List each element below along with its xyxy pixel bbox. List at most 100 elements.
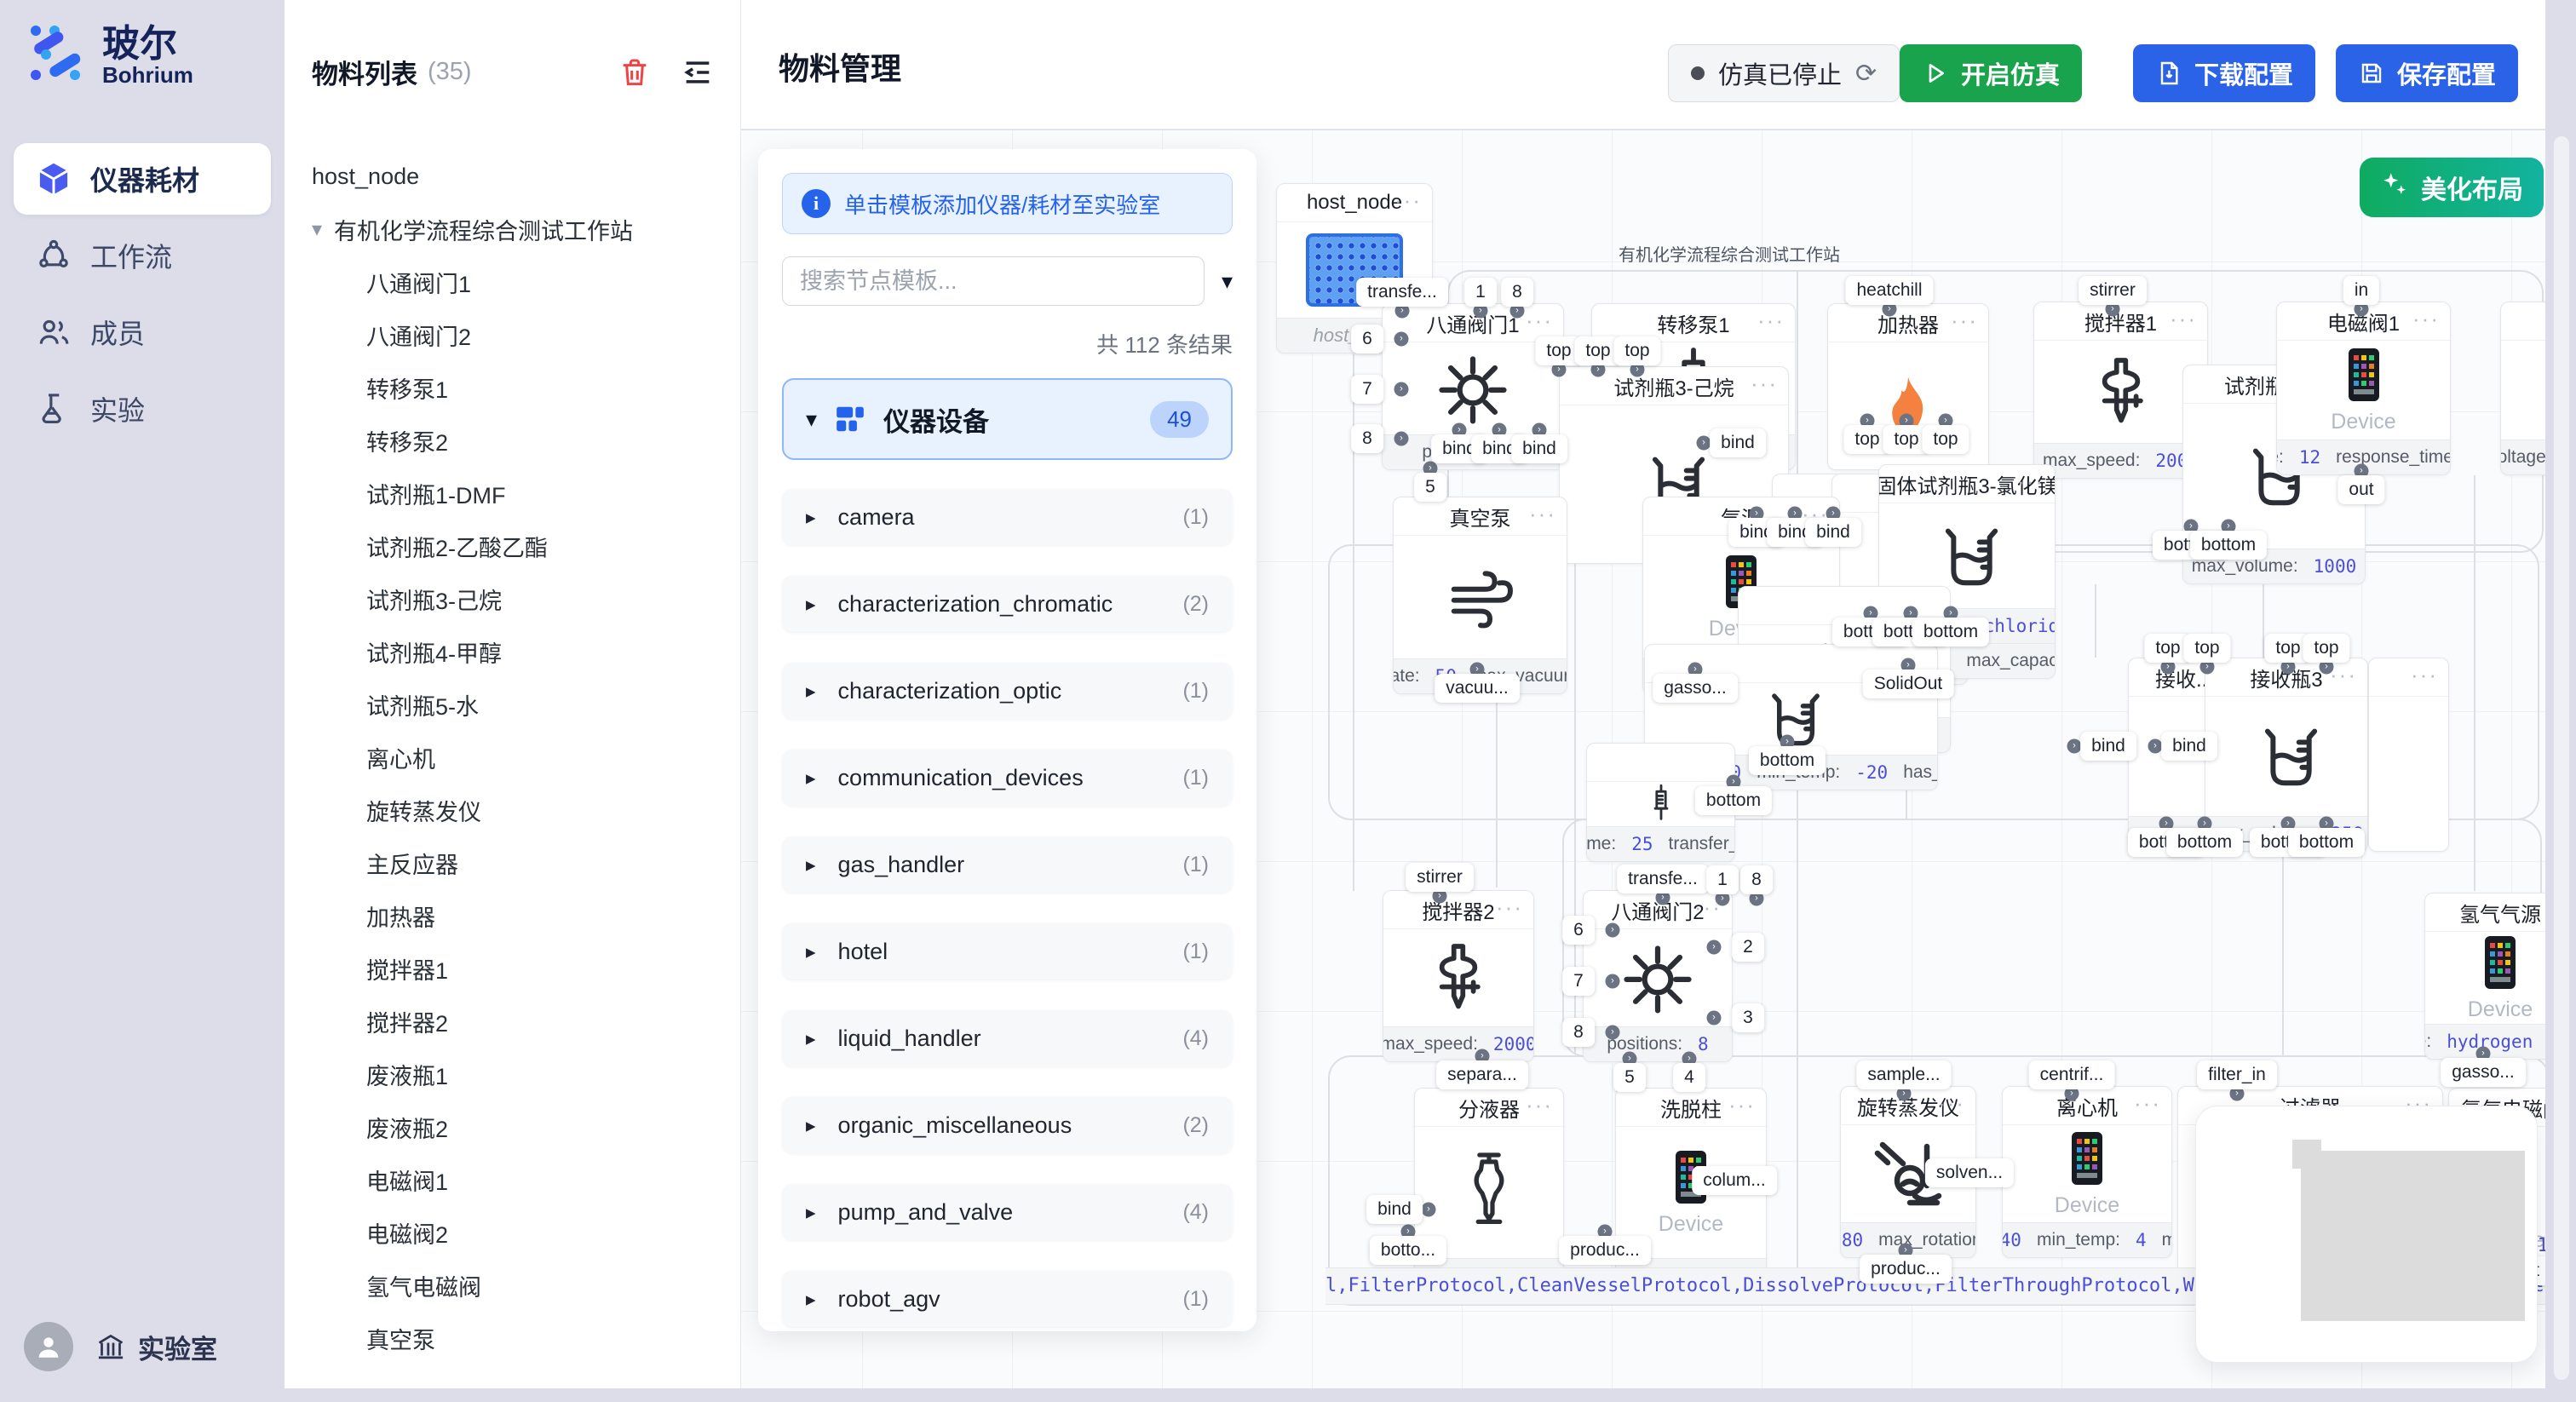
refresh-icon[interactable]: ⟳ bbox=[1855, 59, 1877, 89]
port-pill-bottom[interactable]: bottom bbox=[1749, 746, 1826, 775]
port-pill-gasso...[interactable]: gasso... bbox=[2441, 1058, 2526, 1087]
tree-item[interactable]: 试剂瓶5-水 bbox=[285, 678, 740, 731]
node-menu-icon[interactable]: ··· bbox=[2330, 662, 2357, 688]
simulation-status-pill[interactable]: 仿真已停止 ⟳ bbox=[1668, 44, 1900, 102]
download-config-button[interactable]: 下载配置 bbox=[2133, 44, 2315, 102]
port-pill-top[interactable]: top bbox=[1922, 425, 1969, 454]
tree-item[interactable]: 搅拌器1 bbox=[285, 942, 740, 995]
port-pill-bottom[interactable]: bottom bbox=[2166, 828, 2243, 857]
port-pill-top[interactable]: top bbox=[2303, 634, 2349, 663]
template-category-pump_and_valve[interactable]: ▸pump_and_valve(4) bbox=[782, 1184, 1233, 1240]
port-pill-botto...[interactable]: botto... bbox=[1370, 1236, 1446, 1265]
port-pill-sample...[interactable]: sample... bbox=[1856, 1060, 1951, 1089]
tree-item[interactable]: 离心机 bbox=[285, 731, 740, 784]
chevron-down-icon[interactable]: ▾ bbox=[312, 217, 322, 242]
tree-item[interactable]: 试剂瓶1-DMF bbox=[285, 467, 740, 520]
tree-item[interactable]: 转移泵1 bbox=[285, 361, 740, 414]
tree-item[interactable]: 试剂瓶2-乙酸乙酯 bbox=[285, 520, 740, 572]
beautify-layout-button[interactable]: 美化布局 bbox=[2360, 158, 2544, 217]
port-pill-5[interactable]: 5 bbox=[1414, 473, 1446, 502]
port-pill-4[interactable]: 4 bbox=[1673, 1063, 1705, 1092]
node-menu-icon[interactable]: ··· bbox=[2411, 662, 2438, 688]
port-pill-bind[interactable]: bind bbox=[1511, 434, 1567, 463]
template-category-hotel[interactable]: ▸hotel(1) bbox=[782, 923, 1233, 980]
port-pill-solven...[interactable]: solven... bbox=[1925, 1158, 2014, 1187]
sidebar-item-workflow[interactable]: 工作流 bbox=[14, 223, 271, 288]
port-pill-bind[interactable]: bind bbox=[1805, 518, 1861, 547]
port-pill-produc...[interactable]: produc... bbox=[1559, 1236, 1651, 1265]
port-pill-SolidOut[interactable]: SolidOut bbox=[1863, 669, 1954, 698]
node-menu-icon[interactable]: ··· bbox=[1526, 307, 1553, 334]
tree-item[interactable]: 转移泵2 bbox=[285, 414, 740, 467]
tree-item[interactable]: 八通阀门1 bbox=[285, 256, 740, 308]
node-menu-icon[interactable]: ··· bbox=[1951, 307, 1978, 334]
port-pill-8[interactable]: 8 bbox=[1740, 865, 1773, 894]
port-pill-8[interactable]: 8 bbox=[1562, 1018, 1595, 1047]
port-pill-top[interactable]: top bbox=[1613, 336, 1660, 365]
port-pill-1[interactable]: 1 bbox=[1464, 278, 1497, 307]
tree-item[interactable]: 废液瓶1 bbox=[285, 1048, 740, 1100]
port-pill-stirrer[interactable]: stirrer bbox=[1406, 863, 1474, 892]
port-pill-bind[interactable]: bind bbox=[2161, 732, 2217, 761]
template-category-communication_devices[interactable]: ▸communication_devices(1) bbox=[782, 750, 1233, 806]
tree-item[interactable]: 加热器 bbox=[285, 889, 740, 942]
port-pill-stirrer[interactable]: stirrer bbox=[2079, 276, 2147, 305]
port-pill-8[interactable]: 8 bbox=[1501, 278, 1533, 307]
port-pill-transfe...[interactable]: transfe... bbox=[1617, 865, 1709, 893]
template-category-robot_agv[interactable]: ▸robot_agv(1) bbox=[782, 1271, 1233, 1327]
canvas-node[interactable]: voltage:12 bbox=[2500, 302, 2545, 475]
save-config-button[interactable]: 保存配置 bbox=[2336, 44, 2518, 102]
port-pill-bottom[interactable]: bottom bbox=[2288, 828, 2365, 857]
node-menu-icon[interactable]: ··· bbox=[1757, 307, 1785, 334]
port-pill-in[interactable]: in bbox=[2343, 276, 2379, 305]
port-pill-colum...[interactable]: colum... bbox=[1692, 1166, 1777, 1195]
port-pill-bind[interactable]: bind bbox=[1710, 428, 1766, 457]
tree-item[interactable]: 八通阀门2 bbox=[285, 308, 740, 361]
node-menu-icon[interactable]: ··· bbox=[1529, 501, 1556, 527]
template-category-characterization_chromatic[interactable]: ▸characterization_chromatic(2) bbox=[782, 576, 1233, 632]
port-pill-heatchill[interactable]: heatchill bbox=[1845, 276, 1933, 305]
node-menu-icon[interactable]: ··· bbox=[1938, 1090, 1965, 1117]
canvas-node[interactable]: 电磁阀1···Devicevoltage:12response_time:0.1 bbox=[2276, 302, 2451, 475]
delete-trash-icon[interactable] bbox=[618, 55, 652, 89]
node-menu-icon[interactable]: ··· bbox=[1728, 1092, 1756, 1118]
port-pill-gasso...[interactable]: gasso... bbox=[1653, 674, 1738, 703]
node-menu-icon[interactable]: ··· bbox=[2134, 1090, 2161, 1117]
port-pill-vacuu...[interactable]: vacuu... bbox=[1435, 674, 1520, 703]
tree-item[interactable]: 电磁阀1 bbox=[285, 1153, 740, 1206]
node-menu-icon[interactable]: ··· bbox=[1394, 187, 1422, 214]
tree-item[interactable]: host_node bbox=[285, 150, 740, 203]
sidebar-item-experiments[interactable]: 实验 bbox=[14, 376, 271, 441]
node-menu-icon[interactable]: ··· bbox=[2170, 306, 2197, 332]
port-pill-1[interactable]: 1 bbox=[1706, 865, 1739, 894]
tree-item[interactable]: 搅拌器2 bbox=[285, 995, 740, 1048]
port-pill-8[interactable]: 8 bbox=[1351, 424, 1383, 453]
tree-item[interactable]: 氢气电磁阀 bbox=[285, 1259, 740, 1312]
canvas-node[interactable]: 离心机···Devicetemp:40min_temp:4max_spe bbox=[2002, 1086, 2172, 1258]
port-pill-bottom[interactable]: bottom bbox=[1912, 618, 1989, 646]
tree-item[interactable]: 旋转蒸发仪 bbox=[285, 784, 740, 836]
port-pill-bottom[interactable]: bottom bbox=[1695, 786, 1772, 815]
tree-item[interactable]: 电磁阀2 bbox=[285, 1206, 740, 1259]
sidebar-item-instruments[interactable]: 仪器耗材 bbox=[14, 143, 271, 215]
avatar[interactable] bbox=[24, 1322, 73, 1371]
scrollbar[interactable] bbox=[2554, 136, 2569, 1380]
port-pill-transfe...[interactable]: transfe... bbox=[1356, 278, 1448, 307]
chevron-down-icon[interactable]: ▾ bbox=[1222, 268, 1233, 295]
port-pill-7[interactable]: 7 bbox=[1562, 967, 1595, 996]
minimap[interactable] bbox=[2195, 1106, 2538, 1363]
search-input[interactable] bbox=[782, 256, 1205, 306]
port-pill-top[interactable]: top bbox=[2183, 634, 2230, 663]
tree-item[interactable]: 试剂瓶4-甲醇 bbox=[285, 625, 740, 678]
port-pill-out[interactable]: out bbox=[2337, 475, 2384, 504]
start-simulation-button[interactable]: 开启仿真 bbox=[1900, 44, 2082, 102]
node-menu-icon[interactable]: ··· bbox=[2412, 306, 2440, 332]
canvas-node[interactable]: 搅拌器2···max_speed:2000 bbox=[1383, 890, 1534, 1062]
tree-item[interactable]: ▾有机化学流程综合测试工作站 bbox=[285, 203, 740, 256]
port-pill-centrif...[interactable]: centrif... bbox=[2029, 1060, 2115, 1089]
port-pill-separa...[interactable]: separa... bbox=[1436, 1060, 1528, 1089]
template-category-camera[interactable]: ▸camera(1) bbox=[782, 489, 1233, 545]
port-pill-5[interactable]: 5 bbox=[1613, 1063, 1646, 1092]
port-pill-bind[interactable]: bind bbox=[2080, 732, 2136, 761]
port-pill-produc...[interactable]: produc... bbox=[1860, 1255, 1952, 1284]
